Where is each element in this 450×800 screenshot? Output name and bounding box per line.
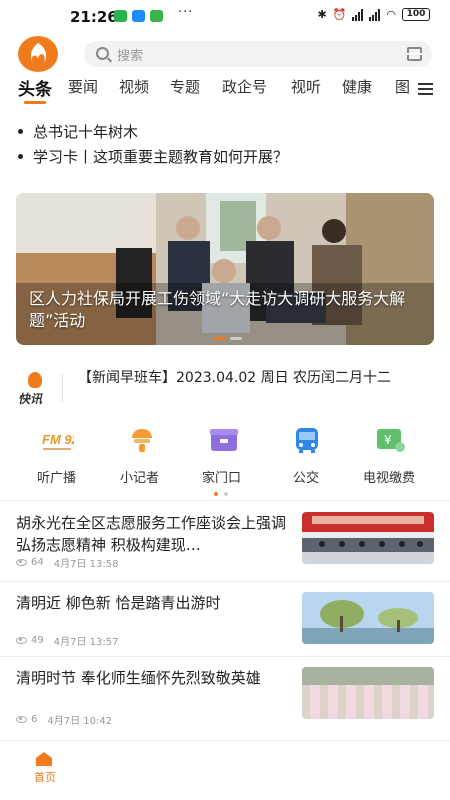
shortcut-label: 公交	[293, 471, 320, 486]
signal-icon-2	[369, 8, 381, 21]
news-item[interactable]: 清明近 柳色新 恰是踏青出游时 49 4月7日 13:57	[16, 592, 434, 648]
headline-item[interactable]: 总书记十年树木	[18, 121, 138, 142]
banner-indicator	[214, 337, 242, 340]
bullet	[18, 154, 23, 159]
news-views: 6	[31, 714, 38, 725]
flame-icon	[28, 372, 42, 388]
svg-text:¥: ¥	[384, 433, 392, 447]
news-meta: 64 4月7日 13:58	[16, 555, 118, 570]
category-tabs: 头条 要闻 视频 专题 政企号 视听 健康 图	[0, 76, 450, 106]
divider	[62, 374, 63, 402]
bluetooth-icon: ✱	[317, 8, 327, 21]
status-bar: 21:26 ··· ✱ ⏰ ◠ 100	[0, 0, 450, 34]
reporter-icon	[125, 425, 159, 455]
headline-text: 总书记十年树木	[33, 123, 139, 141]
shortcut-label: 家门口	[202, 471, 242, 486]
news-flash-text: 【新闻早班车】2023.04.02 周日 农历闰二月十二	[78, 370, 392, 386]
notification-icons	[114, 10, 163, 22]
status-right: ✱ ⏰ ◠ 100	[317, 8, 430, 21]
news-time: 4月7日 13:57	[53, 637, 119, 648]
shortcut-radio[interactable]: FM 92.6 听广播	[37, 425, 90, 486]
views-icon	[16, 559, 27, 566]
search-placeholder: 搜索	[117, 49, 144, 64]
wechat-icon	[114, 10, 127, 22]
tab-pictures[interactable]: 图	[395, 76, 410, 97]
tab-toutiao[interactable]: 头条	[18, 75, 52, 100]
views-icon	[16, 637, 27, 644]
news-views: 49	[31, 635, 44, 646]
scan-icon[interactable]	[406, 47, 423, 61]
news-flash-logo: 快讯	[16, 372, 52, 406]
divider	[0, 656, 450, 657]
news-thumbnail	[302, 667, 434, 719]
news-time: 4月7日 13:58	[53, 559, 119, 570]
community-icon	[207, 425, 241, 455]
tab-health[interactable]: 健康	[342, 76, 372, 97]
more-notifications: ···	[178, 5, 194, 20]
shortcut-bus[interactable]: 公交	[290, 425, 324, 486]
shortcut-page-indicator	[214, 492, 228, 496]
search-icon	[96, 47, 109, 60]
download-icon	[150, 10, 163, 22]
active-tab-indicator	[24, 101, 46, 104]
tab-yaowen[interactable]: 要闻	[68, 76, 98, 97]
shortcut-tv-payment[interactable]: ¥ 电视缴费	[363, 425, 415, 486]
home-icon[interactable]	[36, 751, 52, 766]
news-title: 清明近 柳色新 恰是踏青出游时	[16, 594, 221, 612]
news-meta: 6 4月7日 10:42	[16, 712, 112, 727]
tv-payment-icon: ¥	[373, 425, 407, 455]
shortcut-label: 电视缴费	[363, 471, 416, 486]
shortcut-label: 听广播	[37, 471, 77, 486]
news-title: 清明时节 奉化师生缅怀先烈致敬英雄	[16, 669, 261, 687]
news-thumbnail	[302, 512, 434, 564]
views-icon	[16, 716, 27, 723]
radio-icon: FM 92.6	[40, 425, 90, 455]
tab-topics[interactable]: 专题	[170, 76, 200, 97]
bullet	[18, 129, 23, 134]
wifi-icon: ◠	[386, 8, 396, 21]
search-bar[interactable]: 搜索	[84, 41, 432, 67]
banner-caption: 区人力社保局开展工伤领域“大走访大调研大服务大解题”活动	[29, 289, 406, 330]
headline-text: 学习卡丨这项重要主题教育如何开展？	[33, 148, 289, 166]
tab-audiovisual[interactable]: 视听	[291, 76, 321, 97]
radio-logo-text: FM 92.6	[42, 432, 74, 447]
divider	[0, 500, 450, 501]
shortcut-reporter[interactable]: 小记者	[120, 425, 159, 486]
battery-icon: 100	[402, 8, 430, 21]
shortcut-label: 小记者	[120, 471, 160, 486]
status-time: 21:26	[70, 8, 118, 26]
app-logo-icon[interactable]	[18, 36, 58, 72]
news-thumbnail	[302, 592, 434, 644]
menu-icon[interactable]	[418, 83, 433, 96]
bus-icon	[290, 425, 324, 455]
signal-icon	[352, 8, 364, 21]
banner-carousel[interactable]: 区人力社保局开展工伤领域“大走访大调研大服务大解题”活动	[16, 193, 434, 345]
news-flash[interactable]: 快讯 【新闻早班车】2023.04.02 周日 农历闰二月十二	[16, 364, 450, 412]
message-icon	[132, 10, 145, 22]
news-item[interactable]: 清明时节 奉化师生缅怀先烈致敬英雄 6 4月7日 10:42	[16, 667, 434, 727]
tab-government-accounts[interactable]: 政企号	[222, 76, 267, 97]
tab-video[interactable]: 视频	[119, 76, 149, 97]
news-flash-label: 快讯	[18, 392, 43, 406]
news-views: 64	[31, 557, 44, 568]
app-header: 搜索	[0, 34, 450, 74]
alarm-icon: ⏰	[332, 8, 347, 21]
news-title: 胡永光在全区志愿服务工作座谈会上强调 弘扬志愿精神 积极构建现…	[16, 514, 287, 554]
shortcut-community[interactable]: 家门口	[202, 425, 241, 486]
divider	[0, 581, 450, 582]
bottom-nav: 首页	[0, 740, 450, 800]
news-item[interactable]: 胡永光在全区志愿服务工作座谈会上强调 弘扬志愿精神 积极构建现… 64 4月7日…	[16, 512, 434, 572]
nav-home-label[interactable]: 首页	[34, 769, 56, 785]
news-meta: 49 4月7日 13:57	[16, 633, 118, 648]
news-time: 4月7日 10:42	[47, 716, 113, 727]
headline-item[interactable]: 学习卡丨这项重要主题教育如何开展？	[18, 146, 288, 167]
